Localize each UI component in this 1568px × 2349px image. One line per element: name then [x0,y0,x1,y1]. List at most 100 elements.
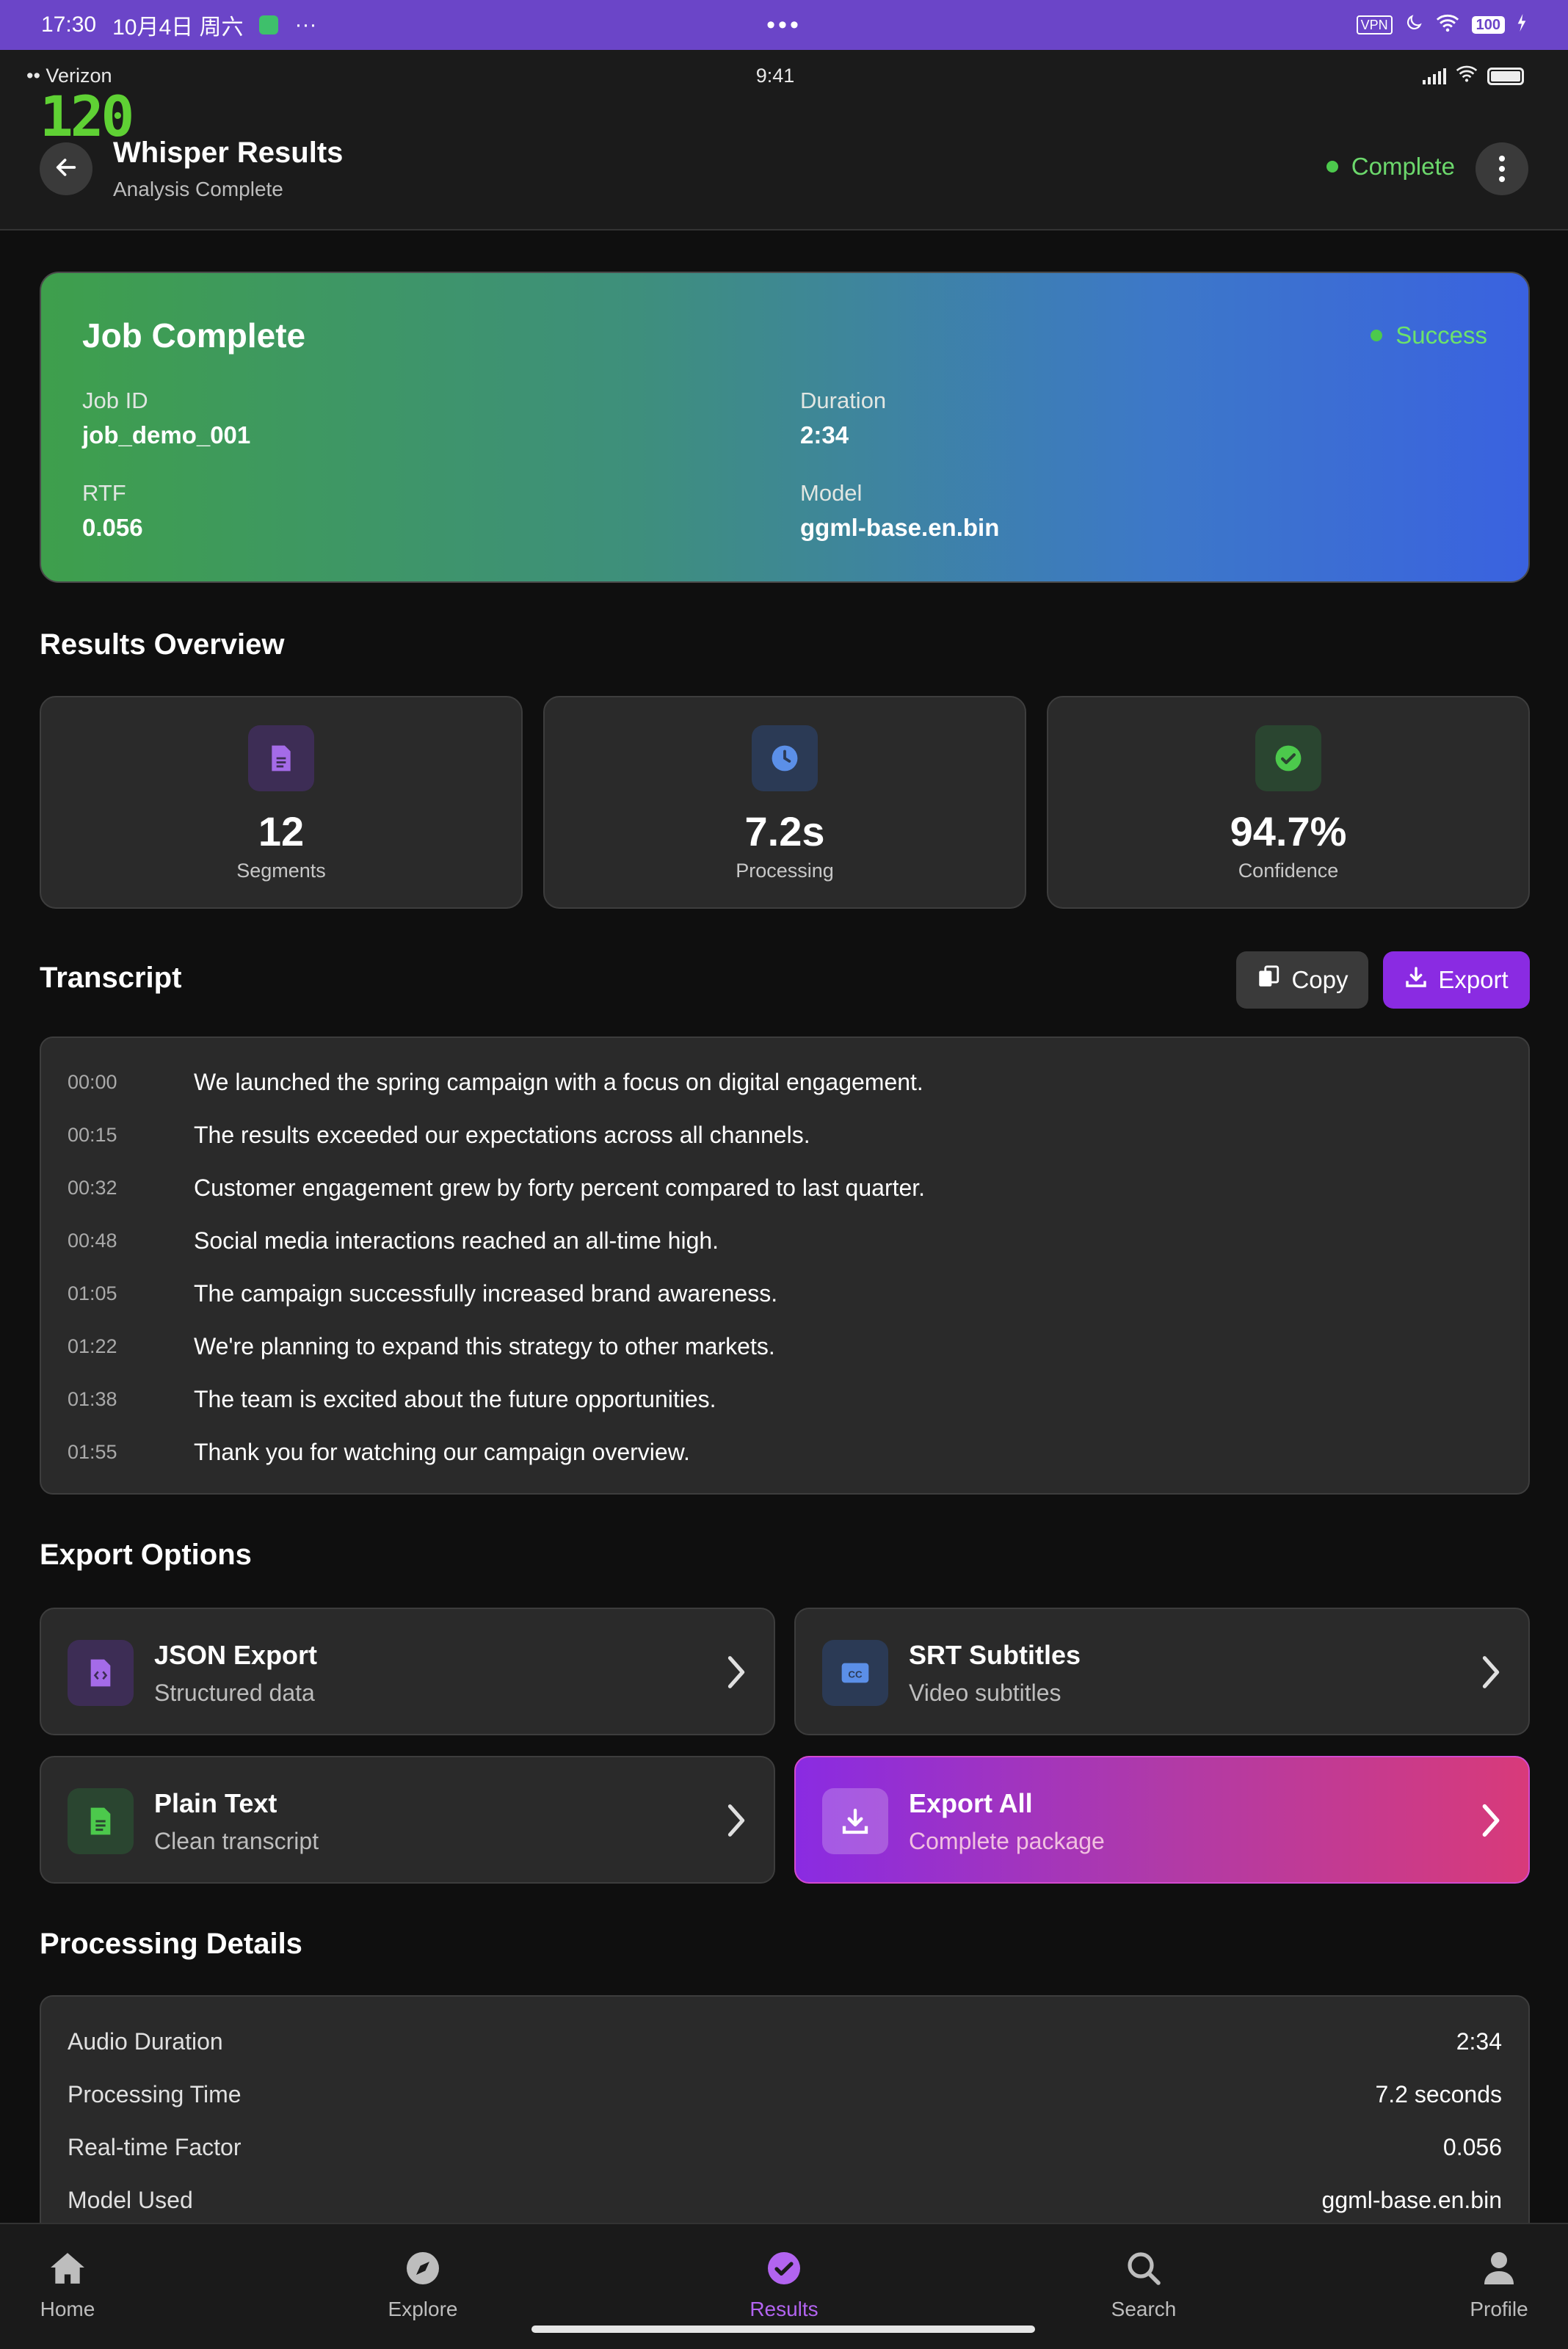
job-field-value: ggml-base.en.bin [800,514,1000,541]
arrow-left-icon [54,155,79,184]
vpn-icon: VPN [1356,15,1393,35]
transcript-segment[interactable]: 01:55 Thank you for watching our campaig… [68,1430,690,1474]
download-icon [1404,965,1428,995]
transcript-list: 00:00 We launched the spring campaign wi… [40,1036,1530,1495]
export-subtitle: Complete package [909,1828,1105,1854]
nav-label: Explore [388,2298,458,2320]
transcript-segment[interactable]: 01:05 The campaign successfully increase… [68,1271,777,1315]
shield-icon [259,15,279,35]
nav-item-explore[interactable]: Explore [349,2249,496,2321]
processing-details-card: Audio Duration 2:34 Processing Time 7.2 … [40,1995,1530,2245]
segment-text: The team is excited about the future opp… [194,1385,716,1412]
job-field-label: Job ID [82,388,148,413]
search-icon [1125,2249,1163,2287]
job-field-rtf: RTF 0.056 [82,480,669,542]
check-circle-icon [765,2249,803,2287]
detail-value: 0.056 [1442,2133,1502,2160]
export-json-button[interactable]: JSON Export Structured data [40,1608,775,1735]
segment-text: Social media interactions reached an all… [194,1227,719,1254]
nav-item-profile[interactable]: Profile [1426,2249,1568,2321]
segment-time: 00:00 [68,1070,117,1093]
charging-icon [1517,13,1527,37]
home-indicator[interactable] [531,2326,1035,2333]
transcript-segment[interactable]: 01:38 The team is excited about the futu… [68,1377,716,1421]
status-dot-icon [1326,161,1338,173]
more-dot-icon [1499,176,1505,182]
text-file-icon [68,1788,134,1854]
transcript-segment[interactable]: 00:32 Customer engagement grew by forty … [68,1166,925,1210]
detail-row: Processing Time 7.2 seconds [68,2076,1502,2113]
status-dot-icon [1371,330,1383,341]
chevron-right-icon [725,1653,747,1695]
os-status-right: VPN 100 [1356,13,1527,37]
job-field-label: Duration [800,388,887,413]
detail-value: 7.2 seconds [1375,2080,1502,2107]
os-status-bar: 17:30 10月4日 周六 ··· ••• VPN 100 [0,0,1568,50]
stat-label: Segments [236,860,326,882]
transcript-segment[interactable]: 00:48 Social media interactions reached … [68,1219,719,1263]
compass-icon [404,2249,442,2287]
detail-label: Audio Duration [68,2027,223,2055]
nav-item-home[interactable]: Home [0,2249,141,2321]
stat-value: 12 [258,808,305,854]
json-file-icon [68,1640,134,1706]
status-label: Complete [1351,153,1455,180]
segment-text: Thank you for watching our campaign over… [194,1438,690,1465]
os-date: 10月4日 周六 [112,15,244,40]
chevron-right-icon [1480,1653,1502,1695]
nav-label: Search [1111,2298,1177,2320]
export-button[interactable]: Export [1383,951,1530,1009]
job-field-value: 2:34 [800,421,849,449]
export-text-button[interactable]: Plain Text Clean transcript [40,1756,775,1884]
os-status-left: 17:30 10月4日 周六 ··· [41,9,316,41]
transcript-segment[interactable]: 00:15 The results exceeded our expectati… [68,1113,810,1157]
clock-icon [752,725,818,791]
wifi-icon [1455,65,1478,87]
job-status-label: Success [1395,322,1487,349]
transcript-segment[interactable]: 00:00 We launched the spring campaign wi… [68,1060,923,1104]
copy-icon [1256,965,1281,995]
more-options-button[interactable] [1476,142,1528,195]
detail-row: Model Used ggml-base.en.bin [68,2182,1502,2218]
export-all-button[interactable]: Export All Complete package [794,1756,1530,1884]
stat-label: Confidence [1238,860,1339,882]
job-field-label: RTF [82,480,126,506]
stat-value: 7.2s [744,808,825,854]
person-icon [1480,2249,1518,2287]
results-overview-heading: Results Overview [40,628,285,661]
segment-text: The results exceeded our expectations ac… [194,1121,810,1148]
copy-button[interactable]: Copy [1236,951,1368,1009]
export-subtitle: Video subtitles [909,1680,1061,1706]
stat-value: 94.7% [1230,808,1347,854]
more-dot-icon [1499,156,1505,161]
status-badge: Complete [1326,153,1455,181]
transcript-segment[interactable]: 01:22 We're planning to expand this stra… [68,1324,775,1368]
cc-icon: CC [822,1640,888,1706]
export-title: Export All [909,1788,1033,1818]
job-field-value: 0.056 [82,514,143,541]
ios-status-bar: •• Verizon 9:41 [26,65,1524,94]
os-more: ··· [294,12,317,37]
more-dot-icon [1499,166,1505,172]
stat-label: Processing [736,860,834,882]
nav-item-results[interactable]: Results [711,2249,857,2321]
export-title: Plain Text [154,1788,277,1818]
job-field-id: Job ID job_demo_001 [82,388,669,449]
job-summary-card: Job Complete Success Job ID job_demo_001… [40,272,1530,583]
nav-item-search[interactable]: Search [1070,2249,1217,2321]
export-srt-button[interactable]: CC SRT Subtitles Video subtitles [794,1608,1530,1735]
download-icon [822,1788,888,1854]
app-header: •• Verizon 9:41 120 Whisper Results Anal… [0,50,1568,230]
job-field-duration: Duration 2:34 [800,388,1387,449]
detail-row: Audio Duration 2:34 [68,2023,1502,2060]
back-button[interactable] [40,142,92,195]
battery-icon [1487,67,1524,85]
export-options-heading: Export Options [40,1539,252,1571]
processing-details-heading: Processing Details [40,1928,302,1960]
export-title: SRT Subtitles [909,1640,1081,1670]
fps-counter: 120 [40,84,134,149]
segment-text: We launched the spring campaign with a f… [194,1068,923,1095]
page-title: Whisper Results [113,137,344,169]
signal-icon [1423,68,1446,84]
wifi-icon [1435,13,1460,37]
